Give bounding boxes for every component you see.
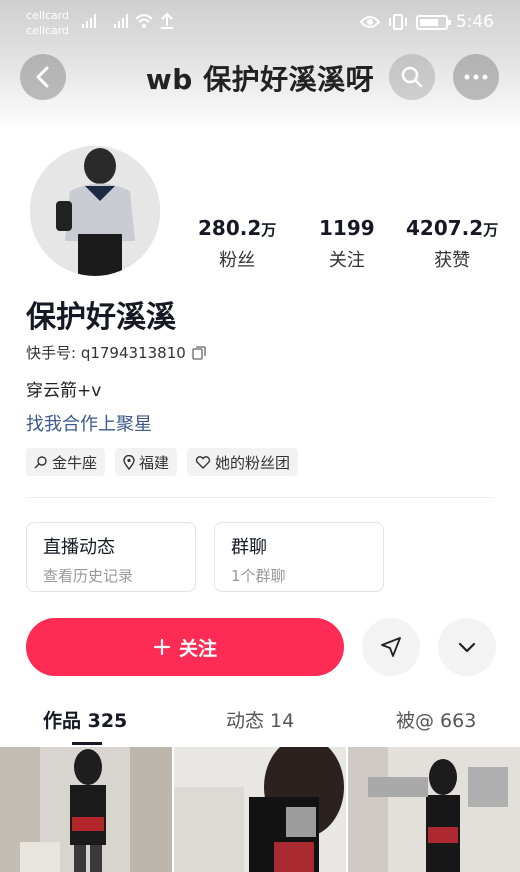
group-chat-subtitle: 1个群聊 — [231, 567, 286, 585]
tag-location[interactable]: 福建 — [115, 448, 178, 476]
eye-icon — [359, 16, 380, 28]
work-thumbnail[interactable] — [174, 747, 346, 872]
search-button[interactable] — [389, 54, 435, 100]
stat-following-value: 1199 — [319, 216, 375, 240]
tag-fan-club-label: 她的粉丝团 — [215, 453, 291, 472]
stat-following-label: 关注 — [328, 250, 365, 271]
stat-likes-value: 4207.2万 — [406, 216, 499, 240]
more-icon — [464, 74, 488, 80]
status-right: 5:46 — [359, 12, 494, 32]
tab-moments[interactable]: 动态 14 — [226, 706, 294, 733]
stat-following[interactable]: 1199 关注 — [319, 216, 375, 272]
content-tabs: 作品 325 动态 14 被@ 663 — [0, 700, 520, 740]
copy-icon[interactable] — [192, 345, 206, 360]
expand-button[interactable] — [438, 618, 496, 676]
avatar[interactable] — [30, 146, 160, 276]
tag-zodiac-label: 金牛座 — [52, 453, 98, 472]
work-thumbnail-image — [174, 747, 346, 872]
chevron-down-icon — [458, 642, 476, 653]
carrier-2: cellcard — [26, 24, 70, 37]
follow-button-label: 关注 — [178, 637, 217, 660]
user-id-text: 快手号: q1794313810 — [26, 344, 186, 362]
avatar-image — [30, 146, 160, 276]
stat-followers[interactable]: 280.2万 粉丝 — [198, 216, 276, 272]
signal-icon — [82, 14, 96, 28]
tab-works[interactable]: 作品 325 — [43, 706, 127, 733]
tag-zodiac[interactable]: 金牛座 — [26, 448, 106, 476]
wifi-icon — [135, 14, 153, 28]
status-bar: cellcard cellcard 5:46 — [0, 0, 520, 44]
page-title: wb 保护好溪溪呀 — [145, 63, 375, 96]
divider — [26, 497, 494, 498]
stat-likes-label: 获赞 — [434, 250, 471, 271]
more-button[interactable] — [453, 54, 499, 100]
bio: 穿云箭+v — [26, 381, 102, 401]
tab-mentions[interactable]: 被@ 663 — [396, 706, 476, 733]
send-icon — [381, 637, 401, 657]
signal-icon-2 — [114, 14, 128, 28]
live-history-title: 直播动态 — [43, 537, 115, 558]
group-chat-title: 群聊 — [231, 537, 267, 558]
status-time: 5:46 — [455, 12, 494, 32]
work-thumbnail[interactable] — [348, 747, 520, 872]
carrier-label: cellcard cellcard — [26, 8, 69, 38]
profile-tags: 金牛座 福建 她的粉丝团 — [26, 448, 299, 476]
battery-icon — [415, 14, 451, 30]
live-history-card[interactable]: 直播动态 查看历史记录 — [26, 522, 196, 592]
work-thumbnail-image — [348, 747, 520, 872]
vibrate-icon — [388, 14, 407, 30]
location-icon — [123, 454, 135, 470]
heart-icon — [195, 455, 211, 469]
stat-followers-label: 粉丝 — [219, 250, 256, 271]
group-chat-card[interactable]: 群聊 1个群聊 — [214, 522, 384, 592]
search-icon — [401, 66, 423, 88]
profile-name: 保护好溪溪 — [26, 300, 176, 335]
plus-icon — [153, 638, 171, 656]
business-link[interactable]: 找我合作上聚星 — [26, 410, 152, 436]
upload-icon — [161, 12, 173, 29]
zodiac-icon — [34, 456, 47, 469]
user-id: 快手号: q1794313810 — [26, 342, 206, 363]
carrier-1: cellcard — [26, 9, 70, 22]
stat-likes[interactable]: 4207.2万 获赞 — [406, 216, 498, 272]
send-message-button[interactable] — [362, 618, 420, 676]
tag-location-label: 福建 — [139, 453, 170, 472]
work-thumbnail[interactable] — [0, 747, 172, 872]
work-thumbnail-image — [0, 747, 172, 872]
follow-button[interactable]: 关注 — [26, 618, 344, 676]
tab-active-indicator — [72, 742, 102, 745]
tag-fan-club[interactable]: 她的粉丝团 — [187, 448, 299, 476]
live-history-subtitle: 查看历史记录 — [43, 567, 134, 585]
stat-followers-value: 280.2万 — [198, 216, 277, 240]
works-grid — [0, 747, 520, 872]
